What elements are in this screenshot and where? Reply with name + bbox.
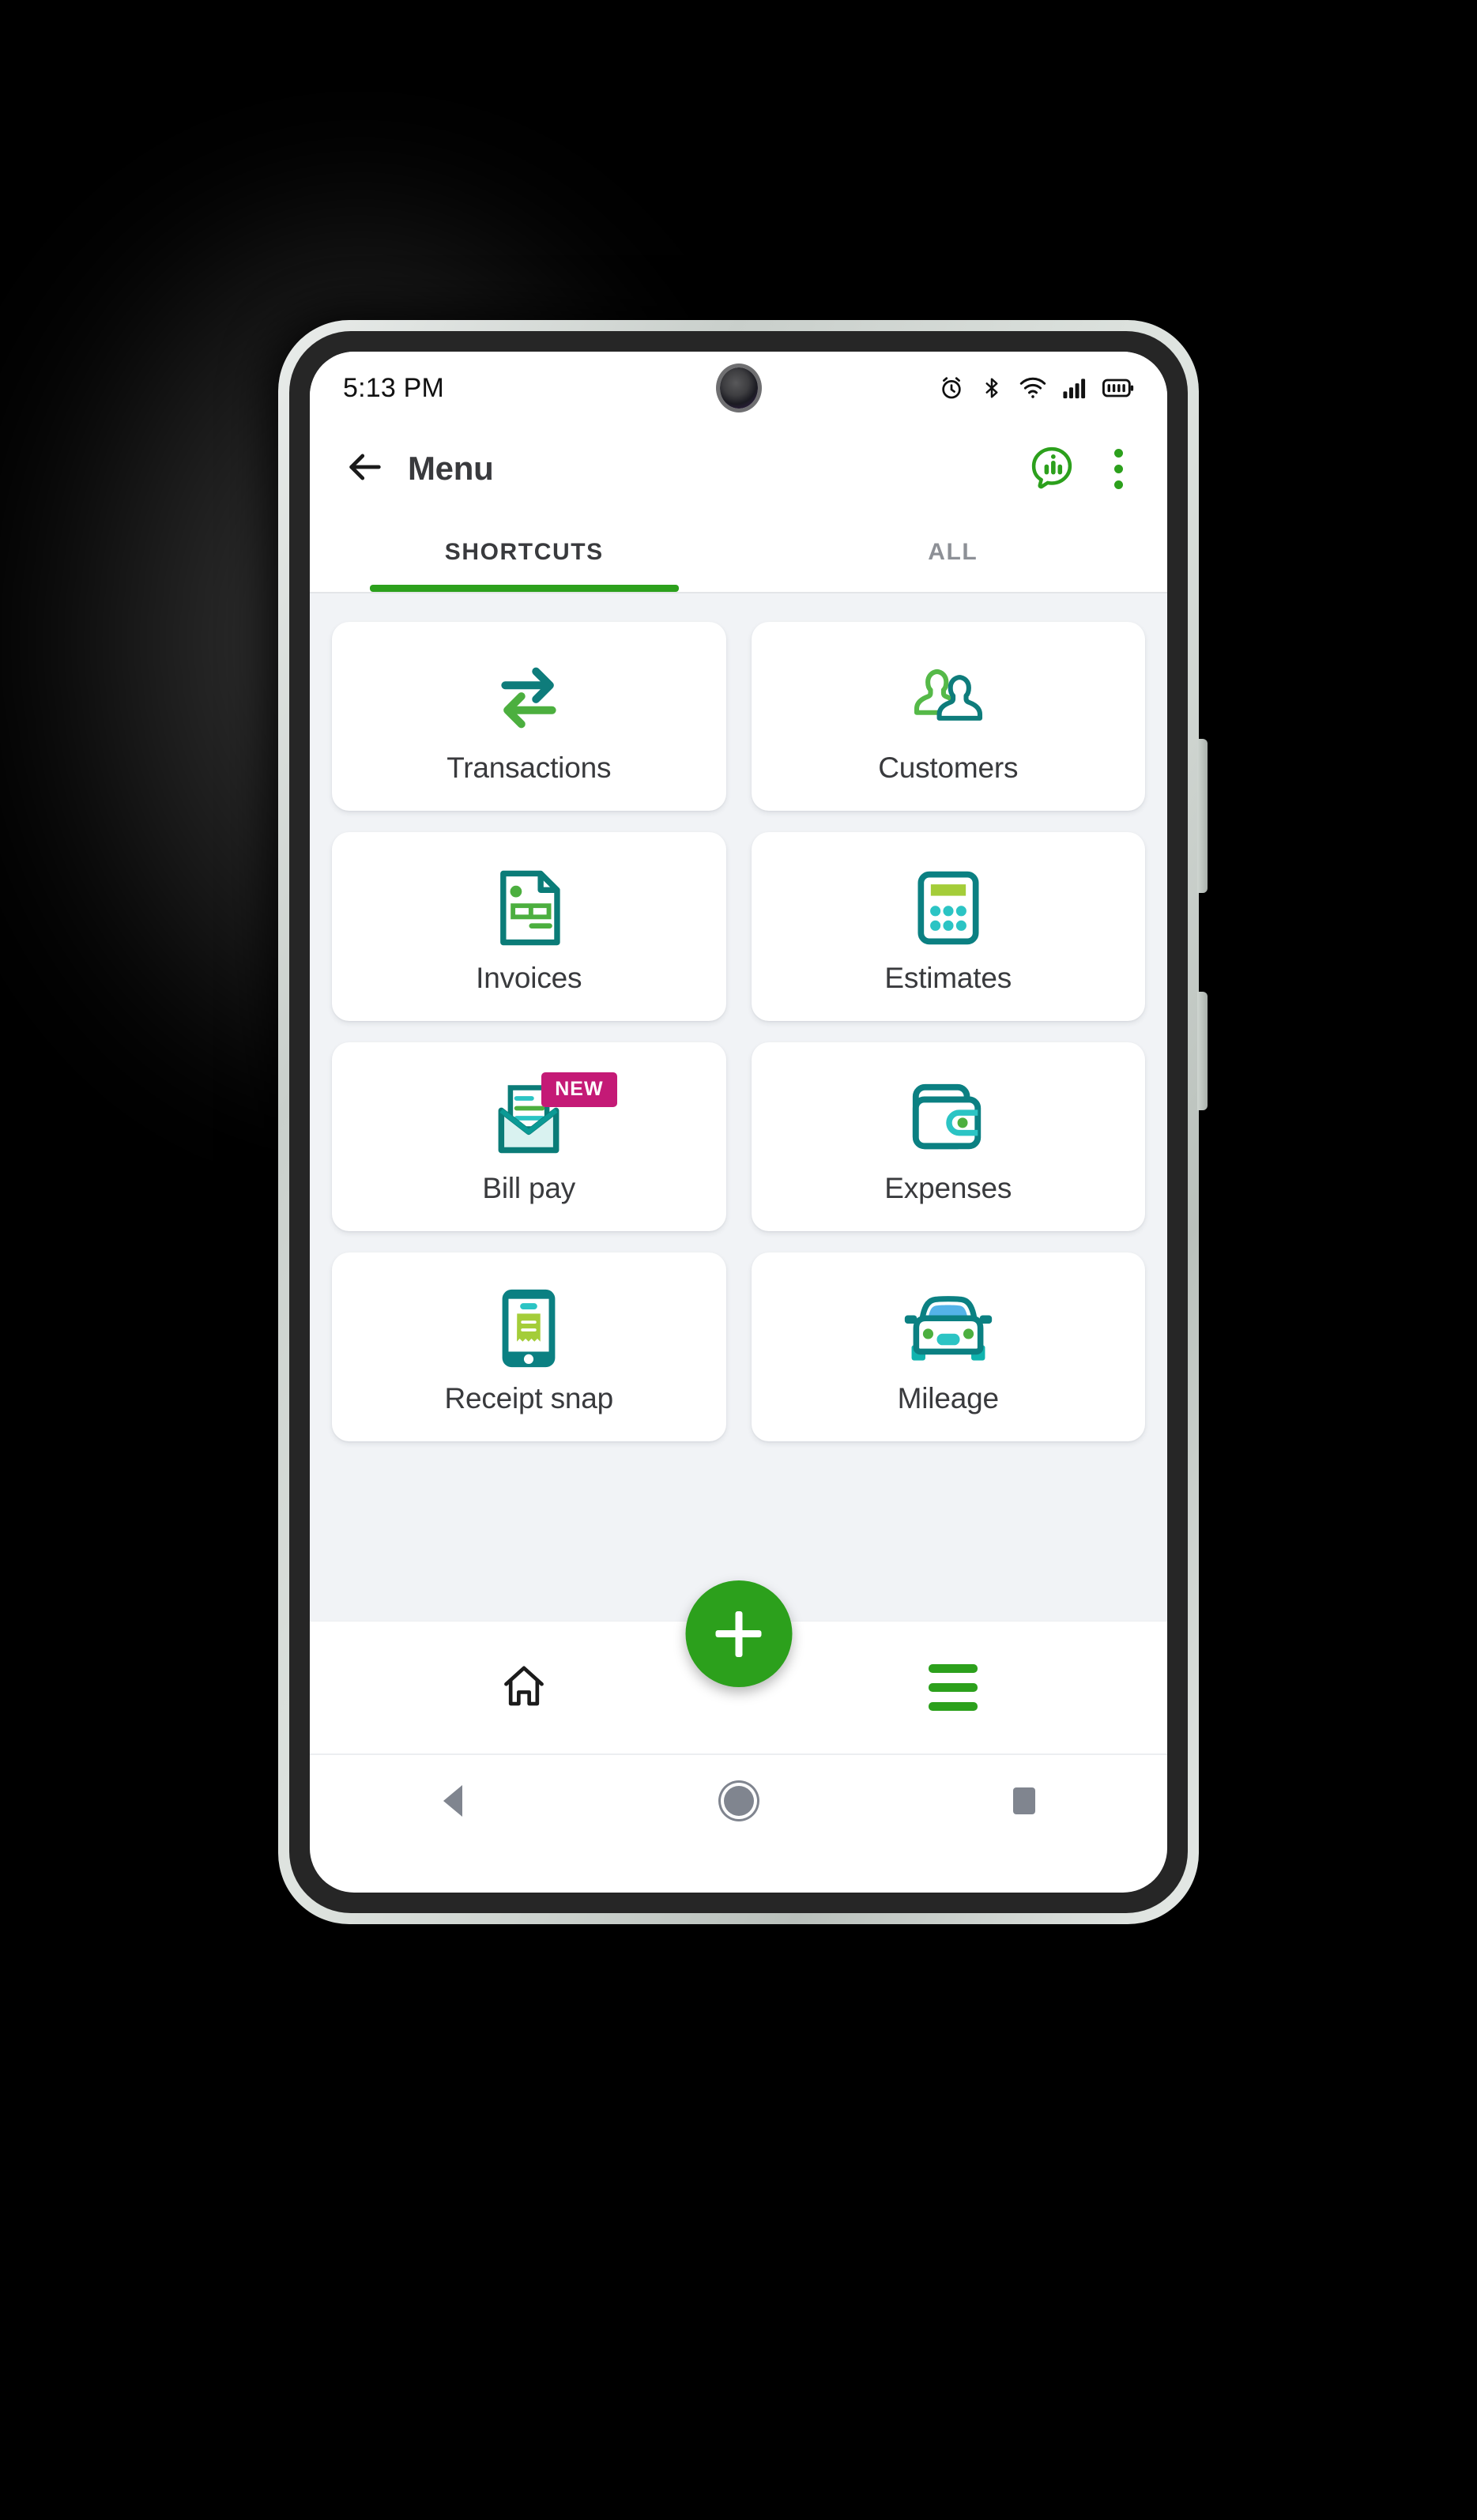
- android-home-button[interactable]: [596, 1786, 882, 1816]
- cellular-signal-icon: [1062, 375, 1087, 401]
- phone-frame: 5:13 PM Menu SHORTCUTS ALL Transactions …: [278, 320, 1208, 1924]
- shortcut-label: Customers: [878, 751, 1019, 784]
- android-back-icon: [443, 1785, 462, 1817]
- hamburger-menu-icon: [928, 1664, 978, 1711]
- overflow-dot: [1113, 464, 1123, 473]
- tab-active-indicator: [369, 585, 679, 592]
- volume-button[interactable]: [1197, 739, 1208, 893]
- shortcut-card-transactions[interactable]: Transactions: [332, 622, 726, 811]
- arrow-left-icon: [345, 446, 386, 492]
- app-bar-actions: [1028, 439, 1140, 499]
- wifi-icon: [1019, 375, 1047, 401]
- android-recents-button[interactable]: [881, 1787, 1167, 1814]
- shortcut-label: Estimates: [884, 962, 1012, 994]
- shortcut-card-invoices[interactable]: Invoices: [332, 832, 726, 1021]
- battery-icon: [1102, 376, 1134, 400]
- android-back-button[interactable]: [310, 1785, 596, 1817]
- invoice-document-icon: [487, 858, 571, 957]
- android-system-nav: [310, 1753, 1167, 1847]
- status-bar: 5:13 PM: [310, 352, 1167, 424]
- assistant-button[interactable]: [1028, 443, 1076, 495]
- transfer-arrows-icon: [484, 648, 573, 747]
- nav-home-button[interactable]: [310, 1661, 739, 1714]
- phone-receipt-icon: [493, 1279, 564, 1377]
- tab-shortcuts[interactable]: SHORTCUTS: [310, 513, 739, 592]
- tab-bar: SHORTCUTS ALL: [310, 513, 1167, 593]
- assistant-chat-bars-icon: [1028, 443, 1076, 495]
- shortcut-card-expenses[interactable]: Expenses: [751, 1042, 1145, 1231]
- overflow-dot: [1113, 480, 1123, 489]
- shortcut-label: Expenses: [884, 1172, 1012, 1204]
- wallet-icon: [905, 1068, 992, 1167]
- shortcuts-grid: Transactions Customers Invoices Estimate…: [332, 622, 1145, 1441]
- page-title: Menu: [408, 450, 494, 487]
- shortcut-card-receipt-snap[interactable]: Receipt snap: [332, 1252, 726, 1441]
- shortcut-label: Invoices: [476, 962, 582, 994]
- shortcut-label: Mileage: [897, 1382, 999, 1414]
- android-recents-icon: [1013, 1787, 1036, 1814]
- car-front-icon: [901, 1279, 996, 1377]
- back-button[interactable]: [337, 440, 394, 497]
- bluetooth-icon: [980, 375, 1004, 401]
- shortcut-label: Transactions: [446, 751, 612, 784]
- bottom-nav-bar: [310, 1580, 1168, 1753]
- shortcut-card-customers[interactable]: Customers: [751, 622, 1145, 811]
- overflow-menu-button[interactable]: [1096, 439, 1140, 499]
- overflow-dot: [1113, 448, 1123, 458]
- new-badge: NEW: [541, 1072, 617, 1107]
- nav-menu-button[interactable]: [739, 1664, 1168, 1711]
- shortcut-label: Bill pay: [482, 1172, 576, 1204]
- power-button[interactable]: [1197, 992, 1208, 1110]
- phone-screen: 5:13 PM Menu SHORTCUTS ALL Transactions …: [310, 352, 1167, 1893]
- home-icon: [499, 1661, 548, 1714]
- status-icons: [938, 375, 1134, 401]
- shortcut-card-estimates[interactable]: Estimates: [751, 832, 1145, 1021]
- shortcuts-content: Transactions Customers Invoices Estimate…: [310, 593, 1167, 1621]
- android-home-icon: [723, 1786, 754, 1816]
- shortcut-card-bill-pay[interactable]: NEW Bill pay: [332, 1042, 726, 1231]
- front-camera-punch-hole: [719, 367, 758, 409]
- shortcut-card-mileage[interactable]: Mileage: [751, 1252, 1145, 1441]
- phone-bezel: 5:13 PM Menu SHORTCUTS ALL Transactions …: [289, 331, 1188, 1913]
- create-button[interactable]: [685, 1580, 792, 1687]
- people-icon: [904, 648, 993, 747]
- alarm-icon: [938, 375, 965, 401]
- app-bar: Menu: [310, 424, 1167, 513]
- tab-all[interactable]: ALL: [739, 513, 1168, 592]
- status-time: 5:13 PM: [343, 372, 445, 403]
- shortcut-label: Receipt snap: [444, 1382, 614, 1414]
- calculator-icon: [907, 858, 989, 957]
